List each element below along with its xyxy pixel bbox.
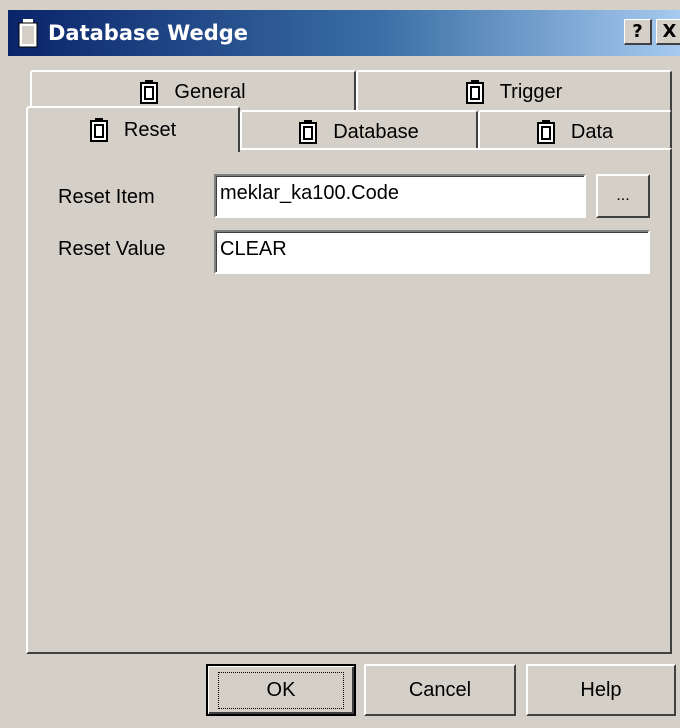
close-button[interactable]: X: [656, 19, 680, 45]
tab-database-label: Database: [333, 120, 419, 143]
battery-icon: [299, 120, 318, 144]
reset-value-field[interactable]: CLEAR: [214, 230, 650, 274]
browse-button[interactable]: ...: [596, 174, 650, 218]
tab-database[interactable]: Database: [240, 110, 478, 152]
dialog-window: Database Wedge ? X General Trigger Datab: [0, 0, 680, 728]
reset-item-field[interactable]: meklar_ka100.Code: [214, 174, 586, 218]
battery-icon: [18, 19, 38, 48]
cancel-button[interactable]: Cancel: [364, 664, 516, 716]
tab-reset-label: Reset: [123, 118, 177, 141]
battery-icon: [536, 120, 555, 144]
help-button[interactable]: Help: [526, 664, 676, 716]
tab-reset[interactable]: Reset: [26, 106, 240, 152]
tab-trigger[interactable]: Trigger: [356, 70, 672, 112]
tab-data-label: Data: [570, 120, 614, 143]
reset-value-label: Reset Value: [58, 238, 166, 260]
ok-button-label: OK: [217, 671, 345, 709]
reset-item-label: Reset Item: [58, 186, 155, 208]
battery-icon: [140, 80, 159, 104]
tab-data[interactable]: Data: [478, 110, 672, 152]
battery-icon: [89, 118, 108, 142]
help-title-button[interactable]: ?: [624, 19, 652, 45]
tab-trigger-label: Trigger: [499, 80, 563, 103]
battery-icon: [465, 80, 484, 104]
title-bar[interactable]: Database Wedge ? X: [8, 10, 680, 56]
tab-general-label: General: [174, 80, 246, 103]
reset-tab-panel: Reset Item meklar_ka100.Code ... Reset V…: [26, 148, 672, 654]
ok-button[interactable]: OK: [206, 664, 356, 716]
window-title: Database Wedge: [48, 21, 249, 45]
